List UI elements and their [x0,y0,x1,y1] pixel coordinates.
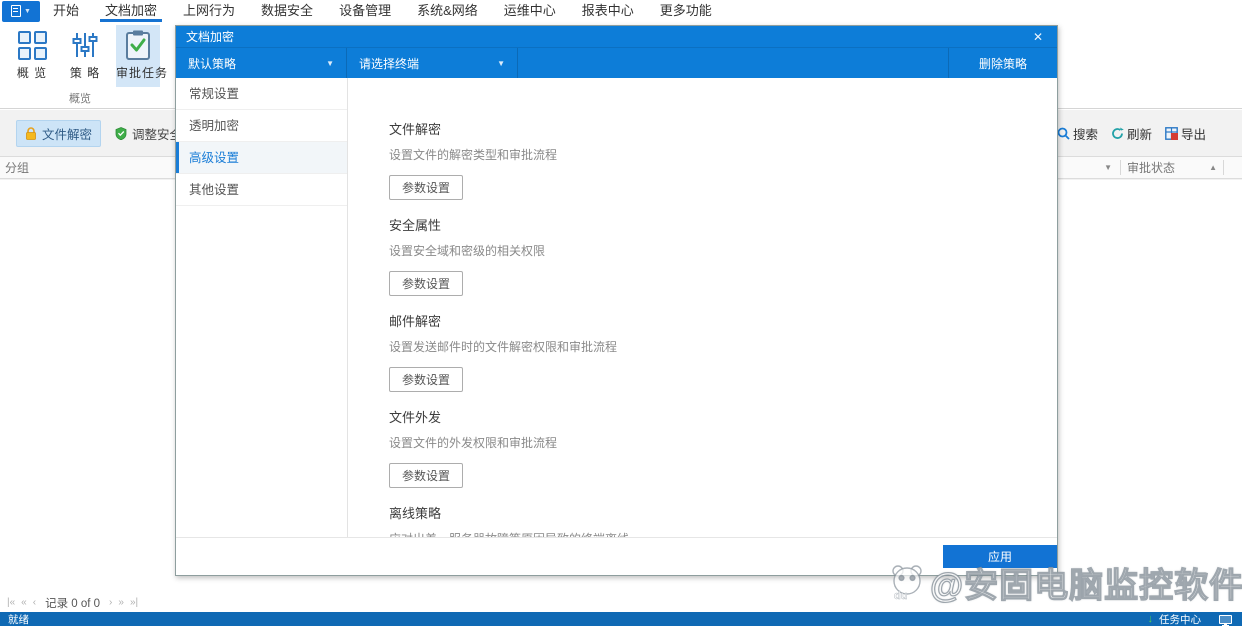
last-page-icon[interactable]: »| [130,598,138,608]
first-page-icon[interactable]: |« [7,598,15,608]
section-file-decrypt: 文件解密 设置文件的解密类型和审批流程 参数设置 [389,122,1037,200]
status-ready-text: 就绪 [8,612,29,626]
section-title: 文件外发 [389,410,1037,426]
section-description: 设置文件的外发权限和审批流程 [389,436,1037,451]
param-settings-button[interactable]: 参数设置 [389,271,463,296]
delete-policy-button[interactable]: 删除策略 [949,48,1057,78]
dialog-footer: 应用 [176,537,1057,575]
lock-icon [25,127,37,140]
section-title: 文件解密 [389,122,1037,138]
section-title: 安全属性 [389,218,1037,234]
app-caret-icon: ▼ [24,8,31,15]
section-description: 设置发送邮件时的文件解密权限和审批流程 [389,340,1037,355]
menu-item-doc-encryption[interactable]: 文档加密 [92,0,170,22]
search-button[interactable]: 搜索 [1057,124,1098,143]
chevron-down-icon: ▼ [326,59,334,68]
filter-arrow-icon[interactable]: ▼ [1104,163,1112,172]
section-description: 设置安全域和密级的相关权限 [389,244,1037,259]
search-icon [1057,127,1070,140]
sidebar-item-other-settings[interactable]: 其他设置 [176,174,347,206]
document-encryption-dialog: 文档加密 ✕ 默认策略 ▼ 请选择终端 ▼ 删除策略 常规设置 透明加密 高级设… [175,25,1058,576]
sidebar-item-advanced-settings[interactable]: 高级设置 [176,142,347,174]
sort-asc-icon: ▲ [1209,163,1217,172]
pagination-bar: |« « ‹ 记录 0 of 0 › » »| [0,593,1242,612]
sidebar-item-transparent-encryption[interactable]: 透明加密 [176,110,347,142]
export-button[interactable]: 导出 [1165,124,1206,143]
monitor-icon[interactable] [1219,615,1232,624]
ribbon-overview-button[interactable]: 概 览 [10,25,54,87]
ribbon-policy-button[interactable]: 策 略 [63,25,107,87]
param-settings-button[interactable]: 参数设置 [389,463,463,488]
refresh-icon [1111,127,1124,140]
param-settings-button[interactable]: 参数设置 [389,175,463,200]
section-mail-decrypt: 邮件解密 设置发送邮件时的文件解密权限和审批流程 参数设置 [389,314,1037,392]
dialog-toolbar: 默认策略 ▼ 请选择终端 ▼ 删除策略 [176,48,1057,78]
ribbon-approval-tasks-button[interactable]: 审批任务 [116,25,160,87]
menu-item-start[interactable]: 开始 [40,0,92,22]
section-title: 离线策略 [389,506,1037,522]
column-header-approval-status[interactable]: 审批状态 ▲ [1121,159,1223,176]
terminal-dropdown[interactable]: 请选择终端 ▼ [347,48,517,78]
param-settings-button[interactable]: 参数设置 [389,367,463,392]
chevron-down-icon: ▼ [497,59,505,68]
section-security-attrs: 安全属性 设置安全域和密级的相关权限 参数设置 [389,218,1037,296]
next-page-icon[interactable]: › [109,598,112,608]
section-description: 设置文件的解密类型和审批流程 [389,148,1037,163]
sidebar-item-general-settings[interactable]: 常规设置 [176,78,347,110]
file-decrypt-button[interactable]: 文件解密 [16,120,101,147]
section-title: 邮件解密 [389,314,1037,330]
section-file-outgoing: 文件外发 设置文件的外发权限和审批流程 参数设置 [389,410,1037,488]
menu-item-web-behavior[interactable]: 上网行为 [170,0,248,22]
menu-item-ops-center[interactable]: 运维中心 [491,0,569,22]
menu-item-data-security[interactable]: 数据安全 [248,0,326,22]
menubar: ▼ 开始 文档加密 上网行为 数据安全 设备管理 系统&网络 运维中心 报表中心… [0,0,1242,22]
menu-item-more[interactable]: 更多功能 [647,0,725,22]
dialog-title: 文档加密 [186,28,234,45]
record-count: 记录 0 of 0 [42,595,103,611]
sliders-icon [63,28,107,62]
shield-icon [115,127,127,140]
ribbon-group-label: 概览 [0,90,160,106]
menu-item-device-mgmt[interactable]: 设备管理 [326,0,404,22]
fast-prev-page-icon[interactable]: « [21,598,27,608]
statusbar: 就绪 ↓ 任务中心 [0,612,1242,626]
dialog-titlebar: 文档加密 ✕ [176,26,1057,48]
apply-button[interactable]: 应用 [943,545,1057,568]
task-center-button[interactable]: 任务中心 [1159,612,1201,626]
grid-icon [18,31,47,60]
menu-item-report-center[interactable]: 报表中心 [569,0,647,22]
prev-page-icon[interactable]: ‹ [33,598,36,608]
app-menu-button[interactable]: ▼ [2,1,40,22]
clipboard-check-icon [116,28,160,62]
download-arrow-icon: ↓ [1148,613,1154,625]
advanced-settings-panel: 文件解密 设置文件的解密类型和审批流程 参数设置 安全属性 设置安全域和密级的相… [348,78,1057,539]
dialog-sidebar: 常规设置 透明加密 高级设置 其他设置 [176,78,348,539]
menu-item-system-network[interactable]: 系统&网络 [404,0,491,22]
refresh-button[interactable]: 刷新 [1111,124,1152,143]
section-offline-policy: 离线策略 应对出差、服务器故障等原因导致的终端离线 [389,506,1037,539]
close-icon[interactable]: ✕ [1029,30,1047,44]
export-icon [1165,127,1178,140]
app-logo-icon [11,5,21,17]
fast-next-page-icon[interactable]: » [118,598,124,608]
policy-dropdown[interactable]: 默认策略 ▼ [176,48,346,78]
